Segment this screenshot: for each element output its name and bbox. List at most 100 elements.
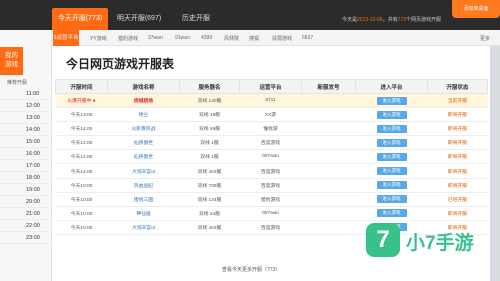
- platform-link[interactable]: 6637: [302, 35, 313, 41]
- sidebar-time-item[interactable]: 15:00: [0, 136, 52, 148]
- sidebar: 我的 游戏 推荐开服 11:00 12:00 13:00 14:00 15:00…: [0, 30, 52, 281]
- enter-cell: 进入游戏: [355, 121, 428, 137]
- enter-game-button[interactable]: 进入游戏: [376, 96, 407, 105]
- gift-cell: [301, 135, 356, 151]
- enter-game-button[interactable]: 进入游戏: [376, 152, 407, 161]
- server-name-cell: 双线 1服: [179, 149, 240, 165]
- platform-link[interactable]: 风林院: [224, 35, 239, 42]
- enter-game-button[interactable]: 进入游戏: [376, 195, 407, 204]
- open-time: 今天14:00: [70, 141, 93, 147]
- sidebar-time-item[interactable]: 14:00: [0, 124, 52, 136]
- game-name-link[interactable]: 绝尘: [139, 113, 149, 118]
- view-more-link[interactable]: 查看今天更多开服（773）: [222, 266, 280, 273]
- tab-history[interactable]: 历史开服: [172, 8, 220, 30]
- platform-link[interactable]: 4399: [201, 35, 212, 41]
- gift-cell: [301, 178, 356, 193]
- game-name-cell: 烧城烧地: [107, 93, 180, 109]
- platform-link[interactable]: YY游戏: [90, 35, 107, 42]
- enter-game-button[interactable]: 进入游戏: [376, 167, 407, 176]
- sidebar-time-item[interactable]: 12:00: [0, 100, 52, 112]
- open-time: 今天14:00: [70, 169, 93, 175]
- open-time-cell: 今天14:00: [55, 135, 108, 151]
- sidebar-time-item[interactable]: 16:00: [0, 148, 52, 160]
- sidebar-time-item[interactable]: 13:00: [0, 112, 52, 124]
- sidebar-time-item[interactable]: 20:00: [0, 196, 52, 208]
- game-name-link[interactable]: 大闹天宫ol: [132, 226, 155, 231]
- enter-game-button[interactable]: 进入游戏: [376, 181, 407, 190]
- column-header: 开服时间: [55, 79, 108, 94]
- table-row: 火爆开服中 ● 烧城烧地 双线 140服 6711 进入游戏 当前开服: [55, 93, 488, 109]
- platform-link[interactable]: 猎豹游戏: [118, 35, 138, 42]
- platform-cell: 懂找游: [239, 121, 302, 137]
- platform-cell: 百度游戏: [239, 135, 302, 151]
- more-platforms-link[interactable]: 更多: [480, 35, 490, 42]
- sidebar-time-item[interactable]: 22:00: [0, 220, 52, 232]
- game-name-cell: 火影疾风战: [107, 121, 180, 137]
- tab-count: (697): [144, 15, 162, 22]
- game-name-link[interactable]: 大闹天宫ol: [132, 170, 155, 175]
- enter-game-button[interactable]: 进入游戏: [376, 209, 407, 218]
- game-name-link[interactable]: 仙侠傲世: [134, 155, 153, 160]
- platform-cell: 6711: [239, 93, 302, 109]
- game-name-cell: 大闹天宫ol: [107, 163, 180, 179]
- game-name-link[interactable]: 街机三国: [134, 198, 153, 203]
- enter-cell: 进入游戏: [355, 107, 428, 123]
- status-cell: 即将开服: [427, 206, 488, 221]
- platform-link[interactable]: 搜狐: [249, 35, 259, 42]
- sidebar-time-item[interactable]: 18:00: [0, 172, 52, 184]
- open-time: 今天13:00: [70, 113, 93, 119]
- platform-link[interactable]: 37wan: [148, 35, 163, 41]
- status-cell: 已经开服: [427, 192, 488, 207]
- game-name-link[interactable]: 烧城烧地: [134, 99, 153, 104]
- column-header: 服务器名: [179, 79, 240, 94]
- game-name-link[interactable]: 仙侠傲世: [134, 141, 153, 146]
- enter-game-button[interactable]: 进入游戏: [376, 124, 407, 133]
- status-cell: 即将开服: [427, 149, 488, 165]
- status-text: 即将开服: [447, 211, 468, 217]
- open-time: 今天10:00: [70, 225, 93, 231]
- platform-cell: 百度游戏: [239, 220, 302, 235]
- page-title: 今日网页游戏开服表: [66, 57, 175, 71]
- server-name-cell: 双线 403服: [179, 163, 240, 179]
- tab-count: (773): [85, 15, 103, 22]
- server-name-cell: 双线 19服: [179, 107, 240, 123]
- watermark-logo: 7 小7手游: [366, 220, 500, 270]
- gift-cell: [301, 220, 356, 235]
- today-suffix: 个网页游戏开服: [405, 17, 441, 23]
- open-time: 今天10:00: [70, 197, 93, 203]
- game-name-cell: 街机三国: [107, 192, 180, 207]
- enter-game-button[interactable]: 进入游戏: [376, 110, 407, 119]
- game-name-link[interactable]: 神仙道: [136, 212, 150, 217]
- platform-link[interactable]: 91wan: [175, 35, 190, 41]
- sidebar-time-item[interactable]: 23:00: [0, 232, 52, 244]
- game-name-cell: 绝尘: [107, 107, 180, 123]
- sidebar-time-item[interactable]: 21:00: [0, 208, 52, 220]
- add-to-desktop-button[interactable]: 添加到桌面: [452, 0, 500, 18]
- platform-cell: 007wan: [239, 206, 302, 221]
- gift-cell: [301, 206, 356, 221]
- open-time: 今天14:00: [70, 127, 93, 133]
- platform-link[interactable]: 扶弱游戏: [272, 35, 292, 42]
- game-name-link[interactable]: 火影疾风战: [132, 127, 156, 132]
- server-name-cell: 双线 140服: [179, 93, 240, 109]
- table-row: 今天10:00 神仙道 双线 34服 007wan 进入游戏 即将开服: [55, 206, 488, 221]
- open-time: 火爆开服中: [67, 99, 92, 105]
- open-time-cell: 今天10:00: [55, 206, 108, 221]
- top-nav-bar: 今天开服(773) 明天开服(697) 历史开服 今天是2013-12-06，共…: [0, 0, 500, 30]
- open-time: 今天10:00: [70, 211, 93, 217]
- column-header: 游戏名称: [107, 79, 180, 94]
- enter-cell: 进入游戏: [355, 178, 428, 193]
- sidebar-time-item[interactable]: 11:00: [0, 88, 52, 100]
- enter-game-button[interactable]: 进入游戏: [376, 138, 407, 147]
- my-games-logo[interactable]: 我的 游戏: [0, 47, 23, 75]
- table-row: 今天14:00 大闹天宫ol 双线 403服 百度游戏 进入游戏 即将开服: [55, 163, 488, 179]
- tab-tomorrow[interactable]: 明天开服(697): [110, 8, 168, 30]
- today-prefix: 今天是: [342, 17, 358, 23]
- platform-bar-lead[interactable]: 1运营平台: [53, 30, 79, 46]
- game-name-link[interactable]: 热血战纪: [134, 184, 153, 189]
- today-date: 2013-12-06: [357, 17, 383, 23]
- tab-today[interactable]: 今天开服(773): [52, 8, 108, 30]
- sidebar-time-item[interactable]: 17:00: [0, 160, 52, 172]
- sidebar-time-item[interactable]: 19:00: [0, 184, 52, 196]
- logo-line2: 游戏: [5, 61, 18, 68]
